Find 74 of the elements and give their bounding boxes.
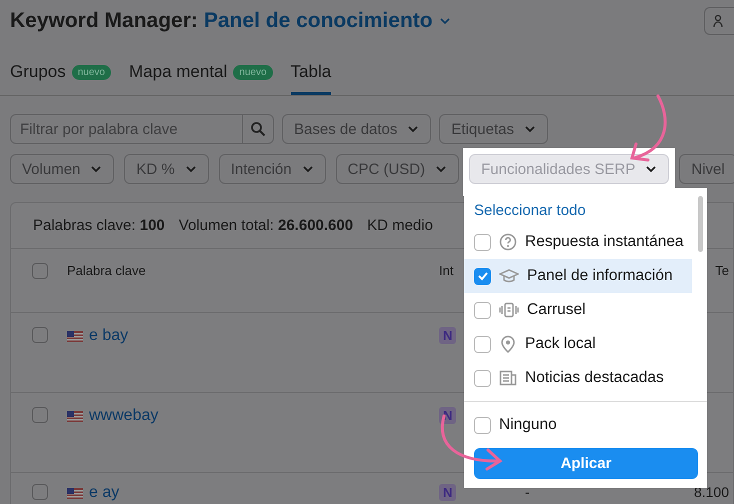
caret-icon bbox=[438, 17, 451, 25]
checkbox[interactable] bbox=[32, 327, 48, 343]
checkbox[interactable] bbox=[474, 302, 491, 318]
filter-dropdown[interactable]: Bases de datos bbox=[282, 114, 432, 144]
carousel-icon bbox=[499, 302, 519, 318]
filter-dropdown[interactable]: KD % bbox=[124, 154, 209, 184]
option-item[interactable]: Carrusel bbox=[464, 293, 692, 327]
checkbox[interactable] bbox=[32, 263, 48, 279]
new-badge: nuevo bbox=[233, 64, 273, 80]
column-header: Palabra clave bbox=[67, 263, 146, 278]
caret-icon bbox=[90, 165, 102, 173]
checkbox[interactable] bbox=[32, 407, 48, 423]
tab[interactable]: Tabla bbox=[290, 58, 332, 95]
page-title: Keyword Manager: bbox=[10, 9, 198, 33]
filter-dropdown[interactable]: Nivel bbox=[679, 154, 734, 184]
option-label: Ninguno bbox=[499, 416, 557, 434]
apply-button[interactable]: Aplicar bbox=[474, 448, 698, 479]
annotation-arrow bbox=[630, 94, 667, 162]
search-icon bbox=[250, 121, 266, 137]
caret-icon bbox=[645, 165, 658, 173]
table-cell-text: 8.100 bbox=[692, 484, 730, 500]
option-item[interactable]: Panel de información bbox=[464, 259, 692, 293]
option-label: Noticias destacadas bbox=[525, 369, 664, 387]
caret-icon bbox=[302, 165, 314, 173]
flag-icon bbox=[67, 330, 83, 342]
summary-stat: Volumen total: 26.600.600 bbox=[178, 217, 354, 234]
location-pin-icon bbox=[499, 335, 517, 353]
option-label: Respuesta instantánea bbox=[525, 233, 684, 251]
column-header: Te bbox=[715, 263, 730, 278]
summary-stat: KD medio bbox=[367, 217, 433, 234]
filter-dropdown[interactable]: Etiquetas bbox=[439, 114, 548, 144]
caret-icon bbox=[407, 125, 420, 133]
checkbox[interactable] bbox=[474, 268, 491, 284]
option-item[interactable]: Noticias destacadas bbox=[464, 361, 692, 395]
caret-icon bbox=[184, 165, 197, 173]
keyword-link[interactable]: e bay bbox=[89, 327, 128, 345]
graduation-cap-icon bbox=[499, 268, 519, 284]
keyword-link[interactable]: e ay bbox=[89, 484, 120, 502]
column-header: Int bbox=[439, 263, 454, 278]
filter-dropdown[interactable]: Intención bbox=[218, 154, 326, 184]
option-label: Panel de información bbox=[527, 267, 673, 285]
caret-icon bbox=[524, 125, 536, 133]
checkbox[interactable] bbox=[474, 234, 491, 250]
option-item[interactable]: Respuesta instantánea bbox=[464, 225, 692, 259]
option-item[interactable]: Pack local bbox=[464, 327, 692, 361]
search-button[interactable] bbox=[243, 114, 274, 144]
search-field[interactable]: Filtrar por palabra clave bbox=[10, 114, 243, 144]
select-all-link[interactable]: Seleccionar todo bbox=[464, 202, 707, 225]
checkbox[interactable] bbox=[32, 484, 48, 500]
checkbox[interactable] bbox=[474, 370, 491, 386]
tab[interactable]: Mapa mental nuevo bbox=[129, 58, 273, 95]
new-badge: nuevo bbox=[72, 64, 111, 80]
checkbox[interactable] bbox=[474, 336, 491, 352]
checkmark-icon bbox=[476, 271, 488, 281]
keyword-link[interactable]: wwwebay bbox=[89, 407, 158, 425]
project-selector[interactable]: Panel de conocimiento bbox=[198, 9, 451, 33]
tab[interactable]: Grupos nuevo bbox=[10, 58, 111, 95]
question-icon bbox=[499, 233, 517, 251]
option-label: Carrusel bbox=[527, 301, 586, 319]
option-label: Pack local bbox=[525, 335, 596, 353]
intent-badge: N bbox=[439, 484, 456, 501]
filter-dropdown[interactable]: Volumen bbox=[10, 154, 114, 184]
flag-icon bbox=[67, 410, 83, 422]
filter-dropdown[interactable]: Funcionalidades SERP bbox=[469, 154, 670, 184]
checkbox[interactable] bbox=[474, 416, 491, 434]
caret-icon bbox=[435, 165, 448, 173]
table-cell-text: - bbox=[524, 484, 531, 500]
intent-badge: N bbox=[439, 327, 456, 344]
users-button[interactable] bbox=[704, 7, 734, 35]
newspaper-icon bbox=[499, 370, 517, 386]
filter-dropdown[interactable]: CPC (USD) bbox=[336, 154, 460, 184]
scrollbar[interactable] bbox=[698, 196, 703, 252]
summary-stat: Palabras clave: 100 bbox=[33, 217, 165, 234]
flag-icon bbox=[67, 488, 83, 498]
